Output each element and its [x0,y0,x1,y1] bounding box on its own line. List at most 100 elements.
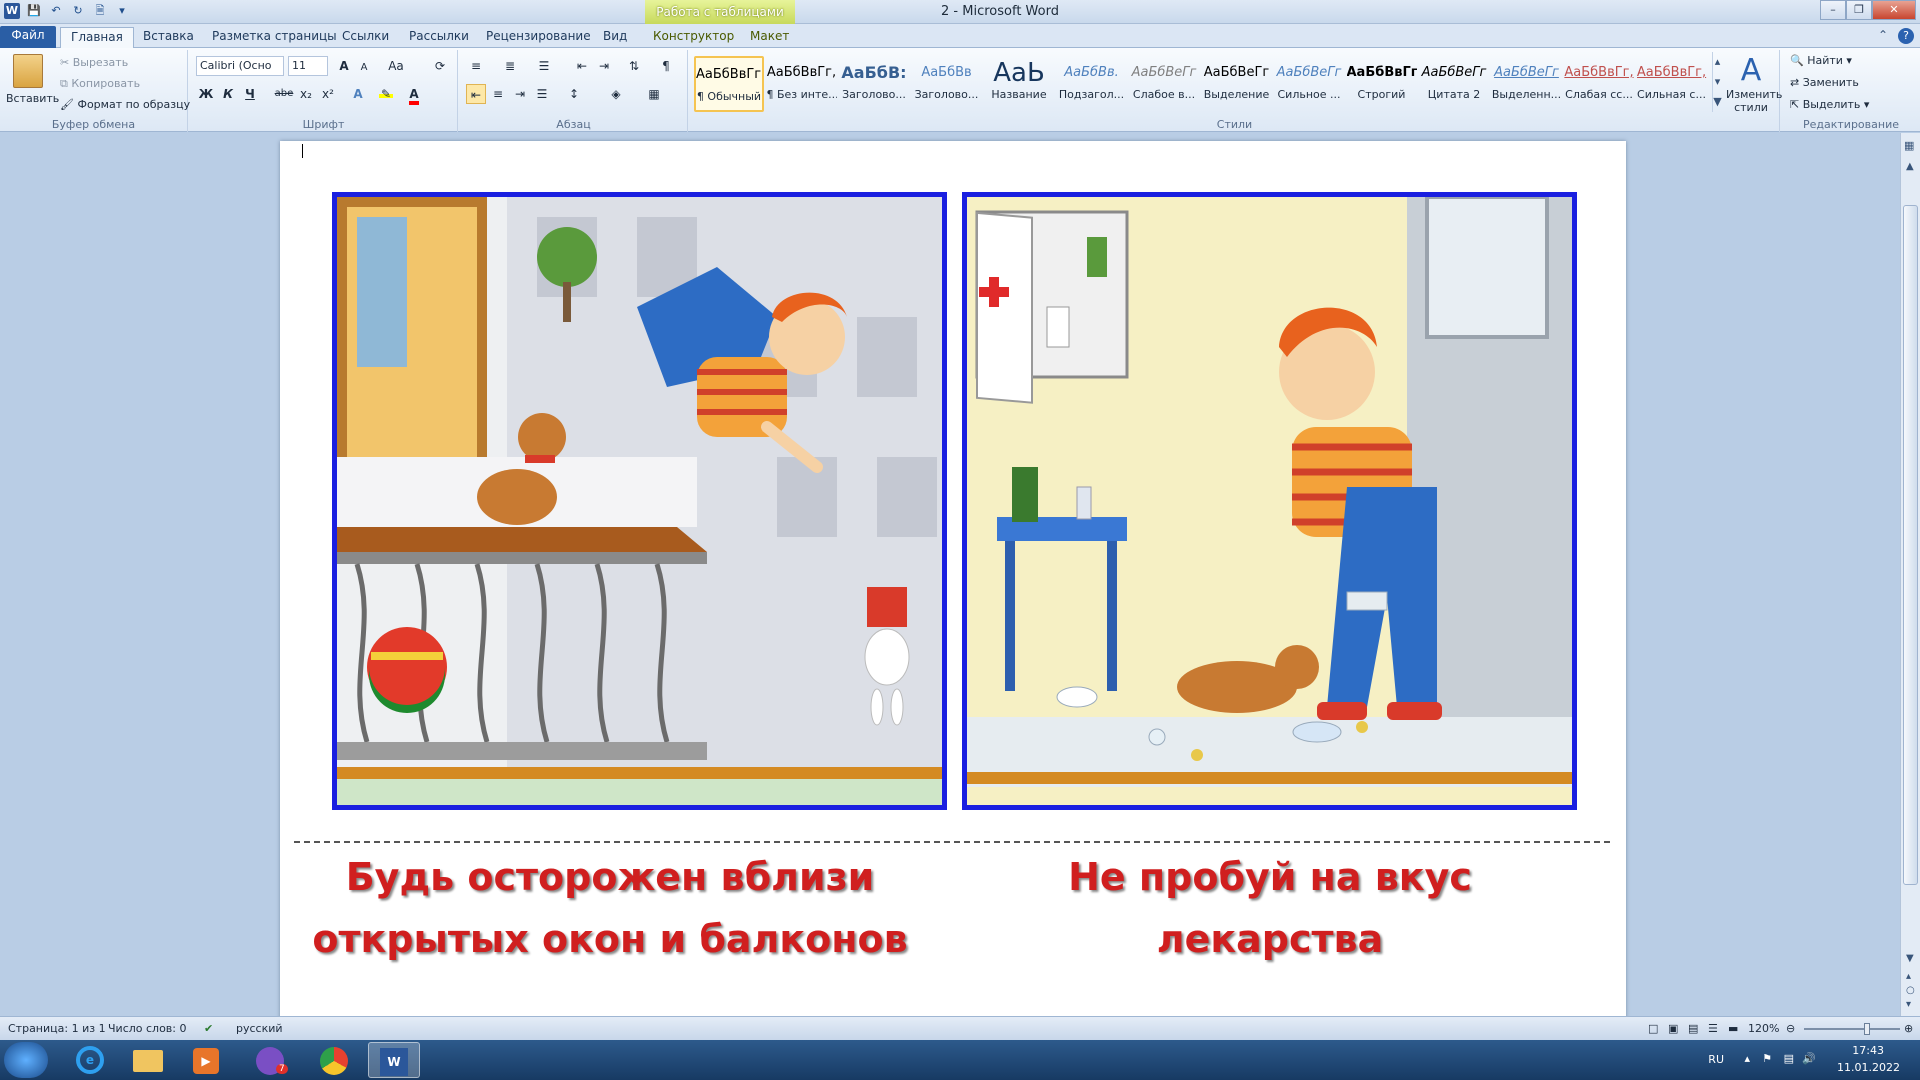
format-painter-button[interactable]: 🖌 Формат по образцу [60,98,190,111]
tab-table-design[interactable]: Конструктор [643,27,744,48]
bold-button[interactable]: Ж [196,84,216,104]
action-center-flag-icon[interactable]: ⚑ [1762,1052,1772,1065]
bullets-icon[interactable]: ≡ [466,56,486,76]
network-icon[interactable]: ▤ [1784,1052,1794,1065]
style-item[interactable]: АаБбВ: Заголово... [839,56,909,112]
customize-qat-icon[interactable]: ▾ [114,3,130,19]
close-button[interactable]: ✕ [1872,0,1916,20]
view-reading-icon[interactable]: ▣ [1668,1022,1678,1035]
subscript-button[interactable]: x₂ [296,84,316,104]
taskbar-word[interactable]: W [368,1042,420,1078]
align-center-icon[interactable]: ≡ [488,84,508,104]
zoom-out-icon[interactable]: ⊖ [1786,1022,1795,1035]
style-item[interactable]: АаБбВвГг, ¶ Без инте... [767,56,837,112]
underline-button[interactable]: Ч [240,84,260,104]
minimize-button[interactable]: – [1820,0,1846,20]
tab-review[interactable]: Рецензирование [476,27,601,48]
word-logo-icon[interactable]: W [4,3,20,19]
font-color-icon[interactable]: A [404,84,424,105]
page-count[interactable]: Страница: 1 из 1 [8,1022,106,1035]
line-spacing-icon[interactable]: ↕ [564,84,584,104]
select-button[interactable]: ⇱ Выделить ▾ [1790,98,1869,111]
document-page[interactable]: Будь осторожен вблизи открытых окон и ба… [280,141,1626,1021]
clear-formatting-icon[interactable]: ⟳ [430,56,450,76]
style-item[interactable]: АаБбВвГг, Строгий [1347,56,1417,112]
taskbar-viber[interactable]: 7 [244,1042,296,1078]
borders-icon[interactable]: ▦ [644,84,664,104]
view-print-layout-icon[interactable]: □ [1648,1022,1658,1035]
sort-icon[interactable]: ⇅ [624,56,644,76]
style-item[interactable]: АаБбВеГг Выделение [1202,56,1272,112]
style-item[interactable]: АаБбВв. Подзагол... [1057,56,1127,112]
taskbar-internet-explorer[interactable]: e [64,1042,116,1078]
shading-icon[interactable]: ◈ [606,84,626,104]
minimize-ribbon-icon[interactable]: ⌃ [1878,28,1888,44]
scroll-up-icon[interactable]: ▲ [1906,161,1914,172]
zoom-in-icon[interactable]: ⊕ [1904,1022,1913,1035]
tab-mailings[interactable]: Рассылки [399,27,479,48]
numbering-icon[interactable]: ≣ [500,56,520,76]
view-draft-icon[interactable]: ▬ [1728,1022,1738,1035]
zoom-level[interactable]: 120% [1748,1022,1779,1035]
change-case-button[interactable]: Aa [386,56,406,76]
style-item[interactable]: АаБбВеГг Цитата 2 [1419,56,1489,112]
word-count[interactable]: Число слов: 0 [108,1022,187,1035]
help-icon[interactable]: ? [1898,28,1914,44]
tab-home[interactable]: Главная [60,27,134,48]
scroll-down-icon[interactable]: ▼ [1906,953,1914,964]
clock-time[interactable]: 17:43 [1852,1044,1884,1057]
strikethrough-button[interactable]: abe [274,84,294,104]
find-button[interactable]: 🔍 Найти ▾ [1790,54,1852,67]
show-hidden-icons[interactable]: ▴ [1744,1052,1750,1065]
align-right-icon[interactable]: ⇥ [510,84,530,104]
save-icon[interactable]: 💾 [26,3,42,19]
decrease-indent-icon[interactable]: ⇤ [572,56,592,76]
next-page-icon[interactable]: ▾ [1906,999,1911,1010]
vertical-scrollbar[interactable]: ▦ ▲ ▼ ▴ ○ ▾ [1900,133,1920,1016]
multilevel-list-icon[interactable]: ☰ [534,56,554,76]
style-item[interactable]: АаБбВеГг Слабое в... [1129,56,1199,112]
italic-button[interactable]: К [218,84,238,104]
print-preview-icon[interactable]: 🗎 [92,3,108,19]
change-styles-button[interactable]: A Изменить стили [1726,54,1782,115]
view-outline-icon[interactable]: ☰ [1708,1022,1718,1035]
style-item[interactable]: АаБбВвГг, Слабая сс... [1564,56,1634,112]
font-name-dropdown[interactable]: Calibri (Осно [196,56,284,76]
spellcheck-icon[interactable]: ✔ [204,1022,213,1035]
undo-icon[interactable]: ↶ [48,3,64,19]
maximize-button[interactable]: ❐ [1846,0,1872,20]
browse-object-icon[interactable]: ○ [1906,985,1915,996]
styles-scroll[interactable]: ▴ ▾ ▼ [1712,52,1722,112]
start-button[interactable] [4,1042,48,1078]
increase-indent-icon[interactable]: ⇥ [594,56,614,76]
tab-file[interactable]: Файл [0,26,56,48]
copy-button[interactable]: ⧉ Копировать [60,77,140,91]
zoom-slider[interactable] [1804,1023,1900,1035]
paste-button[interactable]: Вставить [6,54,59,114]
superscript-button[interactable]: x² [318,84,338,104]
view-web-icon[interactable]: ▤ [1688,1022,1698,1035]
highlight-icon[interactable]: ✎ [376,84,396,104]
style-item[interactable]: АаЬ Название [984,56,1054,112]
tab-references[interactable]: Ссылки [332,27,399,48]
justify-icon[interactable]: ☰ [532,84,552,104]
text-effects-icon[interactable]: A [348,84,368,104]
tab-table-layout[interactable]: Макет [740,27,799,48]
cut-button[interactable]: ✂ Вырезать [60,56,128,69]
redo-icon[interactable]: ↻ [70,3,86,19]
zoom-slider-thumb[interactable] [1864,1023,1870,1035]
prev-page-icon[interactable]: ▴ [1906,971,1911,982]
tab-view[interactable]: Вид [593,27,637,48]
style-item[interactable]: АаБбВеГг Выделенн... [1492,56,1562,112]
style-item[interactable]: АаБбВвГг, ¶ Обычный [694,56,764,112]
shrink-font-button[interactable]: A [354,58,374,78]
align-left-icon[interactable]: ⇤ [466,84,486,104]
taskbar-explorer[interactable] [122,1042,174,1078]
taskbar-chrome[interactable] [308,1042,360,1078]
show-marks-icon[interactable]: ¶ [656,56,676,76]
tab-page-layout[interactable]: Разметка страницы [202,27,347,48]
scroll-thumb[interactable] [1903,205,1918,885]
language-indicator-tray[interactable]: RU [1708,1053,1724,1066]
style-item[interactable]: АаБбВвГг, Сильная с... [1637,56,1707,112]
ruler-toggle-icon[interactable]: ▦ [1904,139,1914,152]
